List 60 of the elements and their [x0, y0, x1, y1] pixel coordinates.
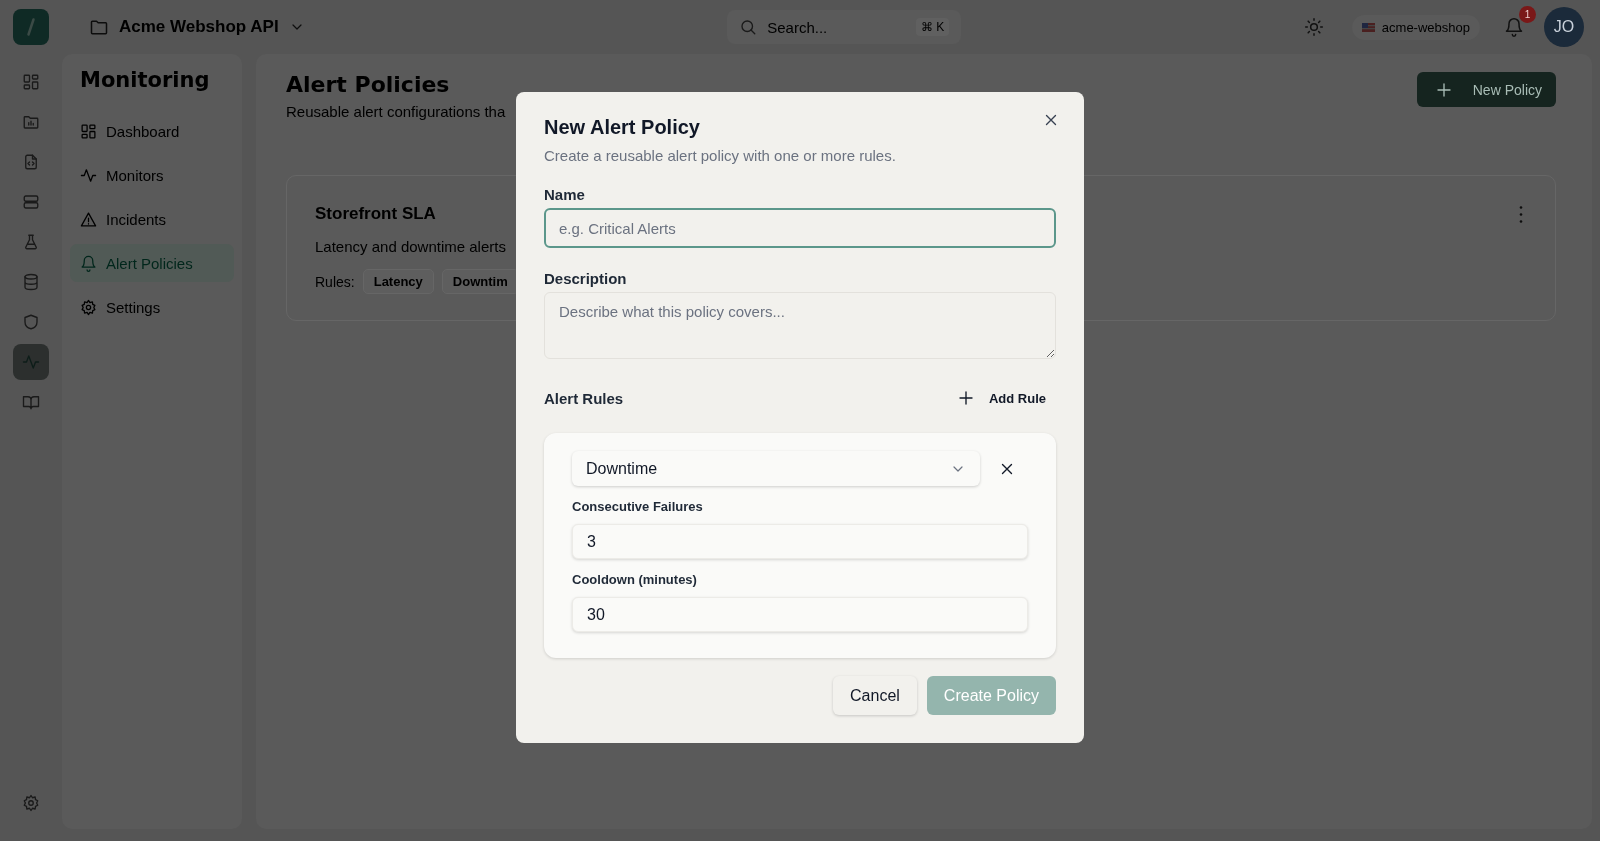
field-label: Consecutive Failures	[572, 499, 704, 514]
file-code-icon	[22, 153, 40, 171]
app-logo[interactable]	[13, 9, 49, 45]
section-label: Alert Rules	[544, 389, 624, 407]
more-icon[interactable]	[1519, 206, 1523, 223]
sun-icon	[1303, 17, 1324, 37]
user-avatar[interactable]: JO	[1544, 7, 1584, 47]
search-field[interactable]: Search... ⌘ K	[727, 10, 962, 44]
name-input[interactable]: e.g. Critical Alerts	[544, 208, 1056, 248]
policy-description: Latency and downtime alerts	[315, 238, 507, 255]
nav-item[interactable]: Incidents	[70, 200, 234, 238]
rules-label: Rules:	[315, 273, 355, 290]
grid-icon	[22, 73, 40, 91]
new-policy-button[interactable]: New Policy	[1416, 72, 1556, 107]
section-title: Monitoring	[80, 68, 211, 92]
flask-icon	[22, 233, 40, 251]
project-name[interactable]: Acme Webshop API	[119, 17, 279, 37]
rail-button[interactable]	[13, 344, 49, 380]
page-title: Alert Policies	[286, 72, 451, 97]
nav-item[interactable]: Dashboard	[70, 112, 234, 150]
search-icon	[739, 18, 758, 36]
nav-item[interactable]: Settings	[70, 288, 234, 326]
nav-item[interactable]: Alert Policies	[70, 244, 234, 282]
number-input[interactable]: 30	[572, 597, 1028, 632]
bell-icon	[80, 254, 97, 272]
field-label: Name	[544, 186, 586, 203]
bell-icon	[1504, 17, 1524, 37]
flag-icon	[1361, 22, 1375, 32]
book-icon	[22, 393, 40, 411]
notification-count: 1	[1519, 6, 1536, 23]
dialog-subtitle: Create a reusable alert policy with one or more rules.	[544, 147, 897, 164]
server-icon	[22, 193, 40, 211]
nav-item[interactable]: Monitors	[70, 156, 234, 194]
settings-icon	[22, 794, 40, 812]
rule-tag: Downtim	[441, 269, 519, 294]
search-placeholder: Search...	[767, 18, 829, 36]
policy-name: Storefront SLA	[315, 204, 436, 224]
rule-tag: Latency	[362, 269, 434, 294]
description-input[interactable]: Describe what this policy covers...	[544, 292, 1056, 359]
folder-icon	[89, 17, 109, 37]
dialog-title: New Alert Policy	[544, 116, 700, 139]
settings-icon	[80, 298, 97, 316]
pulse-icon	[80, 166, 97, 184]
pulse-icon	[22, 353, 40, 371]
database-icon	[22, 273, 40, 291]
warning-icon	[80, 210, 97, 228]
workspace-chip[interactable]: acme-webshop	[1351, 14, 1480, 40]
cancel-button[interactable]: Cancel	[833, 676, 917, 715]
shield-icon	[22, 313, 40, 331]
field-label: Cooldown (minutes)	[572, 572, 698, 587]
folder-chart-icon	[22, 113, 40, 131]
field-label: Description	[544, 270, 628, 287]
shortcut-hint: ⌘ K	[915, 18, 950, 36]
grid-icon	[80, 122, 97, 140]
plus-icon	[956, 389, 975, 407]
page-subtitle: Reusable alert configurations tha	[286, 103, 506, 120]
add-rule-button[interactable]: Add Rule	[946, 385, 1056, 411]
plus-icon	[1434, 80, 1453, 99]
rule-type-select[interactable]: Downtime	[572, 451, 980, 486]
number-input[interactable]: 3	[572, 524, 1028, 559]
